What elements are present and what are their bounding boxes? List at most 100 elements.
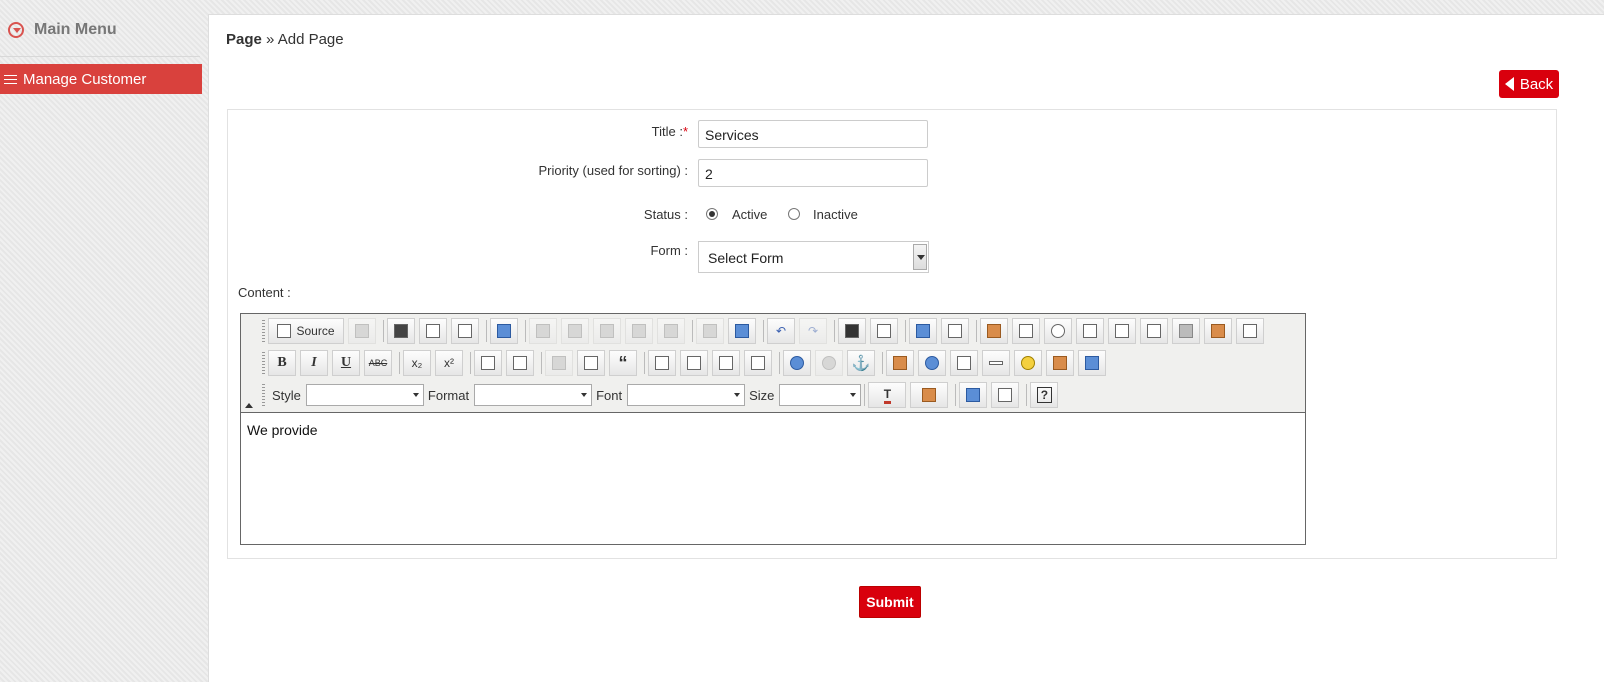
format-combo[interactable] <box>474 384 593 406</box>
paste-word-button[interactable] <box>657 318 685 344</box>
source-label: Source <box>296 324 335 338</box>
hidden-field-button[interactable] <box>1236 318 1264 344</box>
image-button-button[interactable] <box>1204 318 1232 344</box>
copy2-icon <box>568 324 582 338</box>
special-char-button[interactable] <box>1046 350 1074 376</box>
underline-button[interactable]: U <box>332 350 360 376</box>
ordered-list-icon <box>481 356 495 370</box>
select-arrow-icon <box>913 244 927 270</box>
priority-input[interactable]: 2 <box>698 159 928 187</box>
text-color-icon: T <box>883 387 892 404</box>
text-color-button[interactable]: T <box>868 382 907 408</box>
radio-icon <box>1051 324 1065 338</box>
image-button[interactable] <box>886 350 914 376</box>
save-icon <box>394 324 408 338</box>
indent-icon <box>584 356 598 370</box>
outdent-button[interactable] <box>545 350 573 376</box>
align-center-button[interactable] <box>680 350 708 376</box>
about-icon: ? <box>1036 387 1053 403</box>
bold-button[interactable]: B <box>268 350 296 376</box>
toolbar-separator <box>644 352 645 374</box>
about-button[interactable]: ? <box>1030 382 1059 408</box>
image-icon <box>893 356 907 370</box>
new-page-button[interactable] <box>419 318 447 344</box>
toolbar-separator <box>834 320 835 342</box>
size-combo[interactable] <box>779 384 862 406</box>
subscript-button[interactable]: x₂ <box>403 350 431 376</box>
paste-button[interactable] <box>593 318 621 344</box>
bg-color-button[interactable] <box>910 382 949 408</box>
unlink-button[interactable] <box>815 350 843 376</box>
show-blocks-icon <box>998 388 1013 402</box>
justify-button[interactable] <box>744 350 772 376</box>
paste-icon <box>600 324 614 338</box>
select-all-icon <box>916 324 930 338</box>
main-panel: Page » Add Page Back Title :* Services P… <box>208 14 1604 682</box>
breadcrumb-root[interactable]: Page <box>226 31 262 48</box>
form-button[interactable] <box>980 318 1008 344</box>
horizontal-rule-button[interactable] <box>982 350 1010 376</box>
anchor-button[interactable]: ⚓ <box>847 350 875 376</box>
spellcheck-button[interactable] <box>728 318 756 344</box>
unordered-list-button[interactable] <box>506 350 534 376</box>
button-field-button[interactable] <box>1172 318 1200 344</box>
textarea-button[interactable] <box>1108 318 1136 344</box>
superscript-button[interactable]: x² <box>435 350 463 376</box>
radio-button[interactable] <box>1044 318 1072 344</box>
status-active-label[interactable]: Active <box>732 207 767 222</box>
toolbar-collapse-icon[interactable] <box>245 403 253 408</box>
select-all-button[interactable] <box>909 318 937 344</box>
form-select[interactable]: Select Form <box>698 241 929 273</box>
undo-button[interactable]: ↶ <box>767 318 795 344</box>
smiley-button[interactable] <box>1014 350 1042 376</box>
align-left-button[interactable] <box>648 350 676 376</box>
main-menu-toggle[interactable]: Main Menu <box>8 20 117 40</box>
replace-button[interactable] <box>870 318 898 344</box>
print-button[interactable] <box>696 318 724 344</box>
ordered-list-button[interactable] <box>474 350 502 376</box>
strike-button[interactable]: ABC <box>364 350 392 376</box>
sidebar-item-manage-customer[interactable]: Manage Customer <box>0 64 202 94</box>
italic-button[interactable]: I <box>300 350 328 376</box>
preview-button[interactable] <box>451 318 479 344</box>
align-right-button[interactable] <box>712 350 740 376</box>
show-blocks-button[interactable] <box>991 382 1020 408</box>
link-icon <box>790 356 804 370</box>
find-button[interactable] <box>838 318 866 344</box>
style-combo[interactable] <box>305 384 424 406</box>
redo-button[interactable]: ↷ <box>799 318 827 344</box>
font-combo[interactable] <box>627 384 746 406</box>
table-button[interactable] <box>950 350 978 376</box>
flash-button[interactable] <box>918 350 946 376</box>
blockquote-button[interactable]: “ <box>609 350 637 376</box>
status-inactive-radio[interactable] <box>788 208 800 220</box>
breadcrumb-separator: » <box>261 31 278 48</box>
status-active-radio[interactable] <box>706 208 718 220</box>
form-icon <box>987 324 1001 338</box>
textfield-button[interactable] <box>1076 318 1104 344</box>
select-field-button[interactable] <box>1140 318 1168 344</box>
rich-text-editor: Source ↶ ↷ B I U ABC x₂ x² “ ⚓ Style For… <box>240 313 1306 545</box>
link-button[interactable] <box>783 350 811 376</box>
maximize-button[interactable] <box>959 382 988 408</box>
checkbox-button[interactable] <box>1012 318 1040 344</box>
page-break-button[interactable] <box>1078 350 1106 376</box>
templates-button[interactable] <box>490 318 518 344</box>
editor-content[interactable]: We provide <box>247 422 318 438</box>
indent-button[interactable] <box>577 350 605 376</box>
sidebar: Main Menu Manage Customer <box>0 0 204 682</box>
underline-icon: U <box>340 355 352 370</box>
paste-text-button[interactable] <box>625 318 653 344</box>
title-input[interactable]: Services <box>698 120 928 148</box>
copy2-button[interactable] <box>561 318 589 344</box>
submit-button[interactable]: Submit <box>859 586 921 618</box>
cut-button[interactable] <box>529 318 557 344</box>
size-combo-label: Size <box>749 387 775 403</box>
copy-button[interactable] <box>348 318 376 344</box>
back-button[interactable]: Back <box>1499 70 1559 98</box>
status-inactive-label[interactable]: Inactive <box>813 207 858 222</box>
remove-format-button[interactable] <box>941 318 969 344</box>
source-button[interactable]: Source <box>268 318 344 344</box>
save-button[interactable] <box>387 318 415 344</box>
toolbar-separator <box>692 320 693 342</box>
